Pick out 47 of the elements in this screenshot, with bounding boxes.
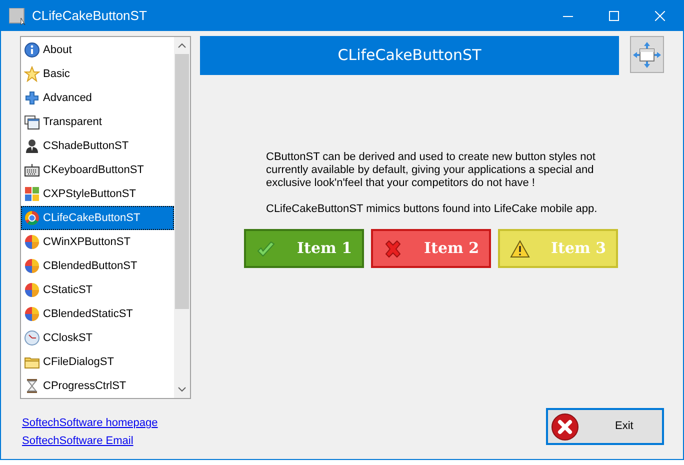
star-icon bbox=[24, 66, 40, 82]
link[interactable]: SoftechSoftware Email bbox=[22, 432, 134, 449]
scroll-up-icon[interactable] bbox=[178, 43, 186, 48]
ball-icon bbox=[24, 234, 40, 250]
link[interactable]: SoftechSoftware homepage bbox=[22, 415, 158, 432]
person-icon bbox=[24, 138, 40, 154]
ball-icon bbox=[24, 258, 40, 274]
description-text: CLifeCakeButtonST mimics buttons found into LifeCake mobile app. bbox=[266, 203, 598, 216]
ball-icon bbox=[24, 306, 40, 322]
hourglass-icon bbox=[24, 378, 40, 394]
list-item[interactable]: About bbox=[21, 38, 174, 62]
exit-button[interactable]: Exit bbox=[546, 408, 664, 445]
plus-icon bbox=[24, 90, 40, 106]
window-arrows-icon bbox=[632, 40, 662, 68]
header-banner: CLifeCakeButtonST bbox=[200, 36, 619, 75]
maximize-icon bbox=[609, 11, 619, 21]
windows-icon bbox=[24, 114, 40, 130]
scrollbar[interactable] bbox=[174, 37, 190, 398]
list-item[interactable]: CCloskST bbox=[21, 326, 174, 350]
list-item[interactable]: CXPStyleButtonST bbox=[21, 182, 174, 206]
list-item[interactable]: CStaticST bbox=[21, 278, 174, 302]
list-item[interactable]: CLifeCakeButtonST bbox=[21, 206, 174, 230]
clock-icon bbox=[24, 330, 40, 346]
circle-logo-icon bbox=[24, 210, 40, 226]
tiles-icon bbox=[24, 186, 40, 202]
resize-button[interactable] bbox=[630, 36, 664, 73]
app-icon bbox=[9, 8, 26, 24]
list-item[interactable]: CProgressCtrlST bbox=[21, 374, 174, 398]
list-item[interactable]: CBlendedStaticST bbox=[21, 302, 174, 326]
list-item[interactable]: CKeyboardButtonST bbox=[21, 158, 174, 182]
description-text: CButtonST can be derived and used to create new button styles not currently available by default, giving your applications a special and exclusive look'n'feel that your competitors do not have ! bbox=[266, 151, 596, 190]
close-circle-icon bbox=[551, 412, 579, 440]
list-item[interactable]: CWinXPButtonST bbox=[21, 230, 174, 254]
list-item[interactable]: Advanced bbox=[21, 86, 174, 110]
window-title: CLifeCakeButtonST bbox=[32, 7, 147, 26]
list-item[interactable]: CFileDialogST bbox=[21, 350, 174, 374]
check-icon bbox=[255, 238, 277, 258]
warning-icon bbox=[509, 238, 531, 258]
list-item[interactable]: CShadeButtonST bbox=[21, 134, 174, 158]
close-icon bbox=[655, 11, 665, 21]
list-item[interactable]: CBlendedButtonST bbox=[21, 254, 174, 278]
ball-icon bbox=[24, 282, 40, 298]
list-item[interactable]: Transparent bbox=[21, 110, 174, 134]
info-icon bbox=[24, 42, 40, 58]
scroll-down-icon[interactable] bbox=[178, 387, 186, 392]
list-item[interactable]: Basic bbox=[21, 62, 174, 86]
keyboard-icon bbox=[24, 162, 40, 178]
